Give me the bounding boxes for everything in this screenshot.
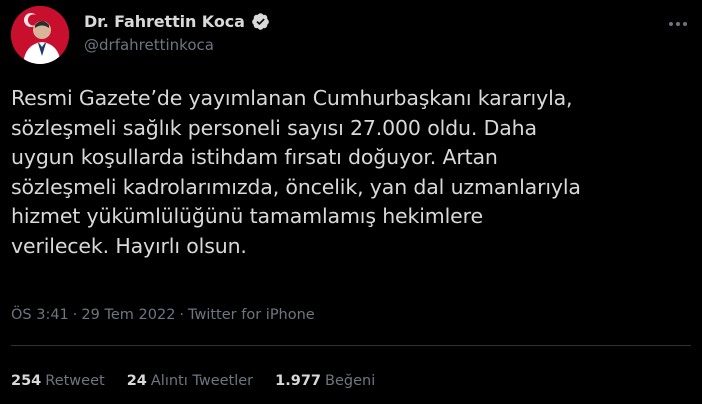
meta-separator: · — [179, 307, 185, 323]
tweet-source-link[interactable]: Twitter for iPhone — [188, 307, 315, 323]
avatar-image — [11, 6, 69, 64]
tweet-stats: 254 Retweet 24 Alıntı Tweetler 1.977 Beğeni — [11, 373, 375, 389]
more-options-button[interactable] — [666, 12, 690, 36]
author-display-name[interactable]: Dr. Fahrettin Koca — [84, 12, 245, 31]
tweet-date[interactable]: 29 Tem 2022 — [81, 307, 175, 323]
divider — [11, 345, 691, 346]
meta-separator: · — [72, 307, 78, 323]
dot-icon — [669, 22, 673, 26]
author-name-row: Dr. Fahrettin Koca — [84, 12, 270, 31]
dot-icon — [676, 22, 680, 26]
author-handle[interactable]: @drfahrettinkoca — [84, 36, 214, 54]
retweets-label: Retweet — [45, 373, 105, 389]
tweet-text: Resmi Gazete’de yayımlanan Cumhurbaşkanı… — [11, 86, 581, 258]
quotes-label: Alıntı Tweetler — [150, 373, 254, 389]
likes-count: 1.977 — [275, 373, 322, 389]
likes-label: Beğeni — [325, 373, 376, 389]
quotes-count: 24 — [126, 373, 147, 389]
tweet-meta: ÖS 3:41 · 29 Tem 2022 · Twitter for iPho… — [11, 307, 315, 323]
avatar[interactable] — [11, 6, 69, 64]
quote-tweets-stat[interactable]: 24 Alıntı Tweetler — [127, 373, 253, 389]
tweet-time[interactable]: ÖS 3:41 — [11, 307, 69, 323]
dot-icon — [683, 22, 687, 26]
retweets-count: 254 — [11, 373, 42, 389]
likes-stat[interactable]: 1.977 Beğeni — [275, 373, 375, 389]
retweets-stat[interactable]: 254 Retweet — [11, 373, 105, 389]
verified-badge-icon — [251, 12, 270, 31]
